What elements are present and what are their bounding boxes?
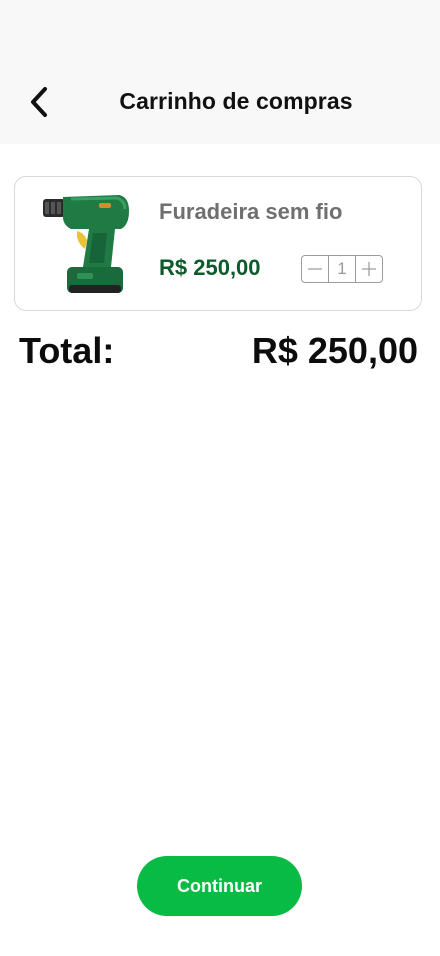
decrease-quantity-button[interactable] (302, 256, 328, 282)
quantity-value[interactable]: 1 (328, 256, 356, 282)
header-bar: Carrinho de compras (0, 0, 440, 144)
continue-button[interactable]: Continuar (137, 856, 302, 916)
cart-screen: Carrinho de compras Furadeira sem fio R$… (0, 0, 440, 956)
page-title: Carrinho de compras (119, 88, 353, 114)
product-name: Furadeira sem fio (159, 199, 343, 224)
increase-quantity-button[interactable] (356, 256, 382, 282)
quantity-stepper: 1 (301, 255, 383, 283)
cart-item-card: Furadeira sem fio R$ 250,00 1 (14, 176, 422, 311)
cordless-drill-image (43, 195, 129, 293)
product-price: R$ 250,00 (159, 255, 261, 280)
minus-icon (308, 268, 322, 270)
total-label: Total: (19, 330, 115, 371)
plus-icon (362, 262, 376, 276)
total-value: R$ 250,00 (251, 330, 418, 371)
